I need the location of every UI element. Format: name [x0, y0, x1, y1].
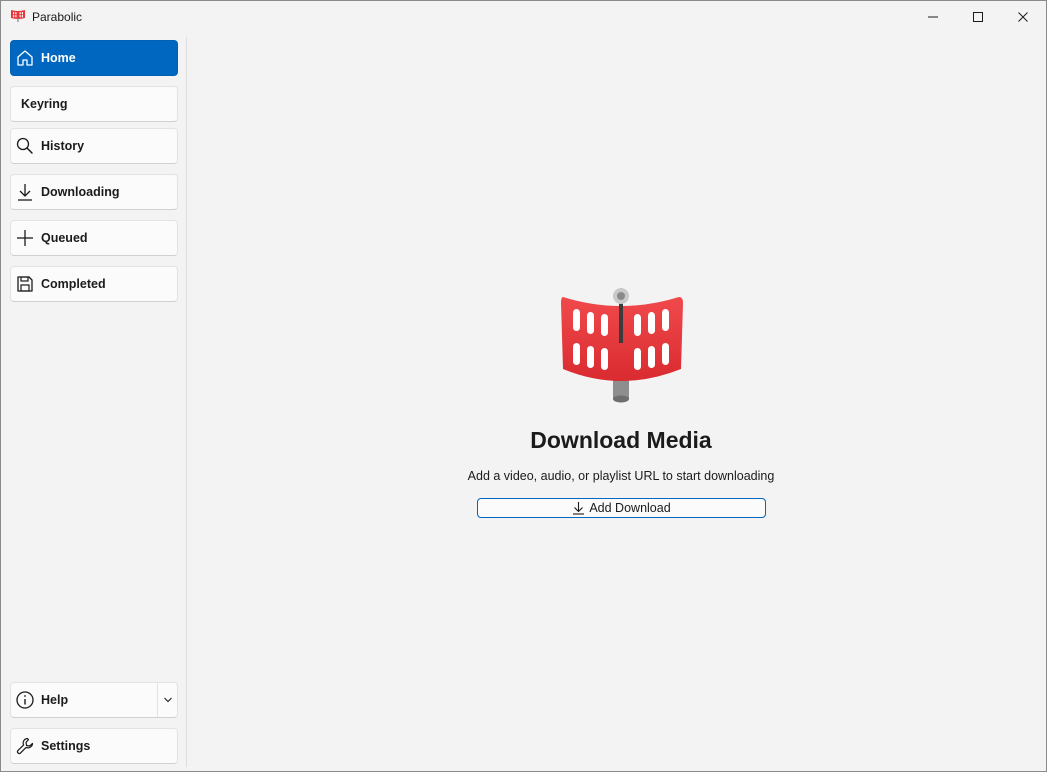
sidebar-item-label: Completed: [41, 277, 106, 291]
page-subtitle: Add a video, audio, or playlist URL to s…: [467, 469, 775, 483]
app-logo-icon: [11, 10, 25, 22]
sidebar-item-keyring[interactable]: Keyring: [10, 86, 178, 122]
add-download-button[interactable]: Add Download: [477, 498, 766, 518]
sidebar-item-downloading[interactable]: Downloading: [10, 174, 178, 210]
home-icon: [15, 48, 35, 68]
maximize-button[interactable]: [955, 1, 1001, 32]
add-download-label: Add Download: [589, 501, 671, 515]
sidebar-item-label: Downloading: [41, 185, 120, 199]
window-title: Parabolic: [32, 10, 83, 24]
minimize-button[interactable]: [910, 1, 956, 32]
sidebar-item-home[interactable]: Home: [10, 40, 178, 76]
sidebar-item-queued[interactable]: Queued: [10, 220, 178, 256]
sidebar-item-completed[interactable]: Completed: [10, 266, 178, 302]
app-window: Parabolic Home Keyring History Downloadi…: [0, 0, 1047, 772]
download-arrow-icon: [15, 182, 35, 202]
sidebar-item-label: History: [41, 139, 85, 153]
parabolic-logo-icon: [561, 288, 683, 403]
close-button[interactable]: [1000, 1, 1046, 32]
sidebar-item-label: Help: [41, 693, 69, 707]
page-title: Download Media: [530, 427, 712, 453]
sidebar-item-label: Keyring: [21, 97, 68, 111]
sidebar-item-label: Home: [41, 51, 76, 65]
minimize-icon: [928, 16, 938, 17]
sidebar-item-label: Settings: [41, 739, 91, 753]
plus-icon: [15, 228, 35, 248]
help-expander-button[interactable]: [157, 683, 177, 717]
wrench-icon: [15, 736, 35, 756]
download-arrow-icon: [573, 502, 585, 515]
close-icon: [1018, 11, 1028, 22]
title-bar[interactable]: Parabolic: [1, 1, 1046, 32]
sidebar-divider: [186, 37, 187, 767]
sidebar-item-help[interactable]: Help: [10, 682, 178, 718]
chevron-down-icon: [163, 697, 172, 703]
sidebar-item-settings[interactable]: Settings: [10, 728, 178, 764]
sidebar-item-label: Queued: [41, 231, 88, 245]
sidebar-item-history[interactable]: History: [10, 128, 178, 164]
search-icon: [15, 136, 35, 156]
info-icon: [15, 690, 35, 710]
save-icon: [15, 274, 35, 294]
maximize-icon: [973, 11, 983, 22]
